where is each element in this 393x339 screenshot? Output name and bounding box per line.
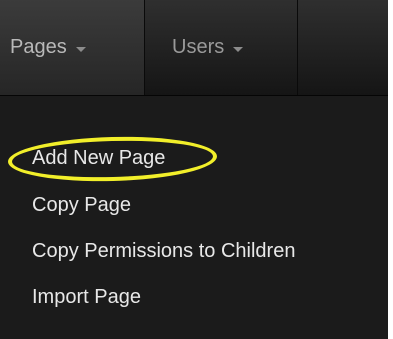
- nav-users-label: Users: [172, 36, 225, 58]
- pages-dropdown-menu: Add New Page Copy Page Copy Permissions …: [0, 96, 388, 339]
- nav-users-menu[interactable]: Users: [146, 0, 298, 95]
- caret-down-icon: [233, 46, 244, 52]
- screenshot-frame: Pages Users Add New Page Copy Page Copy …: [0, 0, 393, 339]
- menu-item-copy-permissions[interactable]: Copy Permissions to Children: [32, 239, 295, 263]
- menu-item-copy-page[interactable]: Copy Page: [32, 193, 131, 217]
- menu-item-import-page[interactable]: Import Page: [32, 285, 141, 309]
- navbar-empty-area: [299, 0, 388, 95]
- nav-pages-label: Pages: [10, 36, 67, 58]
- top-navbar: Pages Users: [0, 0, 388, 96]
- nav-pages-menu[interactable]: Pages: [0, 0, 145, 95]
- highlight-ellipse-annotation: [7, 134, 218, 184]
- caret-down-icon: [75, 46, 86, 52]
